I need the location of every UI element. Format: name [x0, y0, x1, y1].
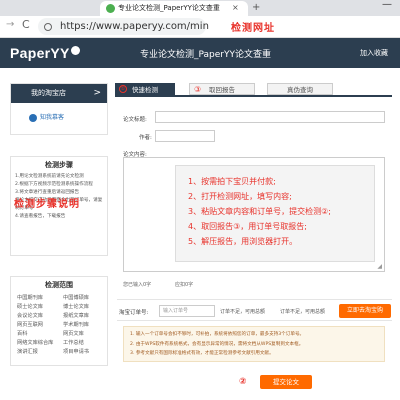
deduct-count: 应扣0字 [175, 282, 194, 288]
step-marker: ① [119, 85, 127, 93]
note-line: 3. 参考文献只有国际标准格式有效，才能正常检测参考文献引用文献。 [130, 351, 274, 356]
submit-paper-button[interactable]: 提交论文 [260, 375, 312, 389]
order-label: 淘宝订单号: [119, 310, 149, 316]
address-bar: → C https://www.paperyy.com/min 检测网址 [0, 16, 400, 38]
author-label: 作者: [139, 135, 152, 141]
browser-tab-title: 专业论文检测_PaperYY论文查重 [118, 4, 220, 12]
range-item: 演讲汇报 [17, 349, 38, 355]
notes-box: 1. 输入一个订单号会扣不够时，可补拍，系统将依照您的订单，最多支持3个订单号。… [123, 326, 385, 362]
char-count: 您已输入0字 [123, 282, 152, 288]
logo[interactable]: PaperYY [10, 45, 80, 61]
step-item: 1.用论文检测系统前请先论文检测 [15, 174, 84, 179]
url-field[interactable]: https://www.paperyy.com/min [38, 18, 209, 35]
order-row: 淘宝订单号: 输入订单号 订单不足，可用总额 订单不足，可用总额 立即去淘宝购 [117, 299, 392, 321]
range-list: 中国期刊库 中国博硕库 硕士论文库 博士论文库 会议论文库 报纸文章库 网页互联… [17, 294, 105, 355]
title-input[interactable] [155, 111, 385, 123]
chevron-right-icon: > [93, 88, 101, 98]
range-item: 百科 [17, 331, 28, 337]
guide-line: 1、按需拍下宝贝并付款; [188, 177, 276, 186]
buy-on-taobao-button[interactable]: 立即去淘宝购 [339, 304, 391, 318]
tab-verify[interactable]: 真伪查询 [267, 83, 333, 95]
guide-line: 5、解压报告，用浏览器打开。 [188, 237, 298, 246]
page-title: 专业论文检测_PaperYY论文查重 [140, 50, 271, 60]
range-item: 工作总结 [63, 340, 84, 346]
range-panel: 检测范围 中国期刊库 中国博硕库 硕士论文库 博士论文库 会议论文库 报纸文章库… [10, 276, 108, 366]
order-hint: 订单不足，可用总额 [280, 309, 326, 315]
range-item: 网页文库 [63, 331, 84, 337]
shop-brand-icon [29, 113, 37, 122]
steps-title: 检测步骤 [45, 161, 73, 169]
tab-label: 取回报告 [209, 86, 235, 94]
steps-annotation: 检测步骤说明 [14, 199, 80, 210]
tab-underline [115, 95, 392, 97]
range-item: 中国博硕库 [63, 295, 89, 301]
guide-overlay: 1、按需拍下宝贝并付款; 2、打开检测网址，填写内容; 3、粘贴文章内容和订单号… [175, 165, 375, 262]
note-line: 2. 由于WPS软件有系统格式，会有显示异常的情况，需将文档从WPS复制到文本框… [130, 341, 304, 347]
range-title: 检测范围 [45, 281, 73, 289]
tab-quick-check[interactable]: ① 快速检测 [115, 83, 175, 95]
forward-icon[interactable]: → [6, 19, 14, 30]
new-tab-icon[interactable]: + [252, 0, 260, 16]
range-item: 硕士论文库 [17, 304, 43, 310]
shop-logo[interactable]: 知我慕客 [29, 112, 64, 122]
my-shop-button[interactable]: 我的淘宝店 > [11, 84, 107, 103]
range-item: 网页互联网 [17, 322, 43, 328]
range-item: 中国期刊库 [17, 295, 43, 301]
resize-grip-icon[interactable]: ◢ [377, 263, 382, 270]
tab-close-icon[interactable]: × [232, 0, 239, 16]
check-form-panel: ① 快速检测 ③ 取回报告 真伪查询 论文标题: 作者: 论文内容: ◢ 1、按… [115, 83, 392, 389]
site-header: PaperYY 专业论文检测_PaperYY论文查重 加入收藏 [0, 38, 400, 68]
range-item: 学术期刊库 [63, 322, 89, 328]
url-annotation: 检测网址 [231, 23, 275, 34]
range-item: 报纸文章库 [63, 313, 89, 319]
author-input[interactable] [155, 130, 215, 142]
order-number-input[interactable]: 输入订单号 [159, 305, 215, 317]
site-favicon-icon [106, 4, 115, 13]
tab-label: 快速检测 [132, 86, 158, 94]
guide-line: 4、取回报告③，用订单号取报告; [188, 222, 307, 231]
add-favorite-link[interactable]: 加入收藏 [360, 48, 388, 58]
order-hint: 订单不足，可用总额 [220, 309, 266, 315]
logo-text: PaperYY [10, 45, 70, 61]
tab-label: 真伪查询 [287, 86, 313, 94]
reload-icon[interactable]: C [22, 18, 30, 31]
window-minimize-icon[interactable]: — [382, 0, 392, 10]
range-item: 网络文库综合库 [17, 340, 54, 346]
browser-tab-strip: 专业论文检测_PaperYY论文查重 × + — [0, 0, 400, 16]
my-shop-label: 我的淘宝店 [31, 89, 66, 97]
logo-badge-icon [70, 46, 80, 55]
note-line: 1. 输入一个订单号会扣不够时，可补拍，系统将依照您的订单，最多支持3个订单号。 [130, 332, 305, 337]
range-item: 会议论文库 [17, 313, 43, 319]
step-marker: ② [239, 377, 247, 387]
step-item: 4.请查看报告，下载报告 [15, 214, 66, 219]
shop-logo-text: 知我慕客 [40, 114, 65, 121]
title-label: 论文标题: [123, 117, 147, 123]
site-info-icon[interactable] [44, 23, 52, 31]
tab-get-report[interactable]: ③ 取回报告 [189, 83, 255, 95]
guide-line: 3、粘贴文章内容和订单号，提交检测②; [188, 207, 331, 216]
range-item: 项目申请书 [63, 349, 89, 355]
range-item: 博士论文库 [63, 304, 89, 310]
shop-panel: 我的淘宝店 > 知我慕客 [10, 83, 108, 135]
step-item: 2.根据下方视频示范检测系统操作流程 [15, 182, 93, 187]
guide-line: 2、打开检测网址，填写内容; [188, 192, 292, 201]
browser-tab[interactable]: 专业论文检测_PaperYY论文查重 [100, 1, 248, 16]
